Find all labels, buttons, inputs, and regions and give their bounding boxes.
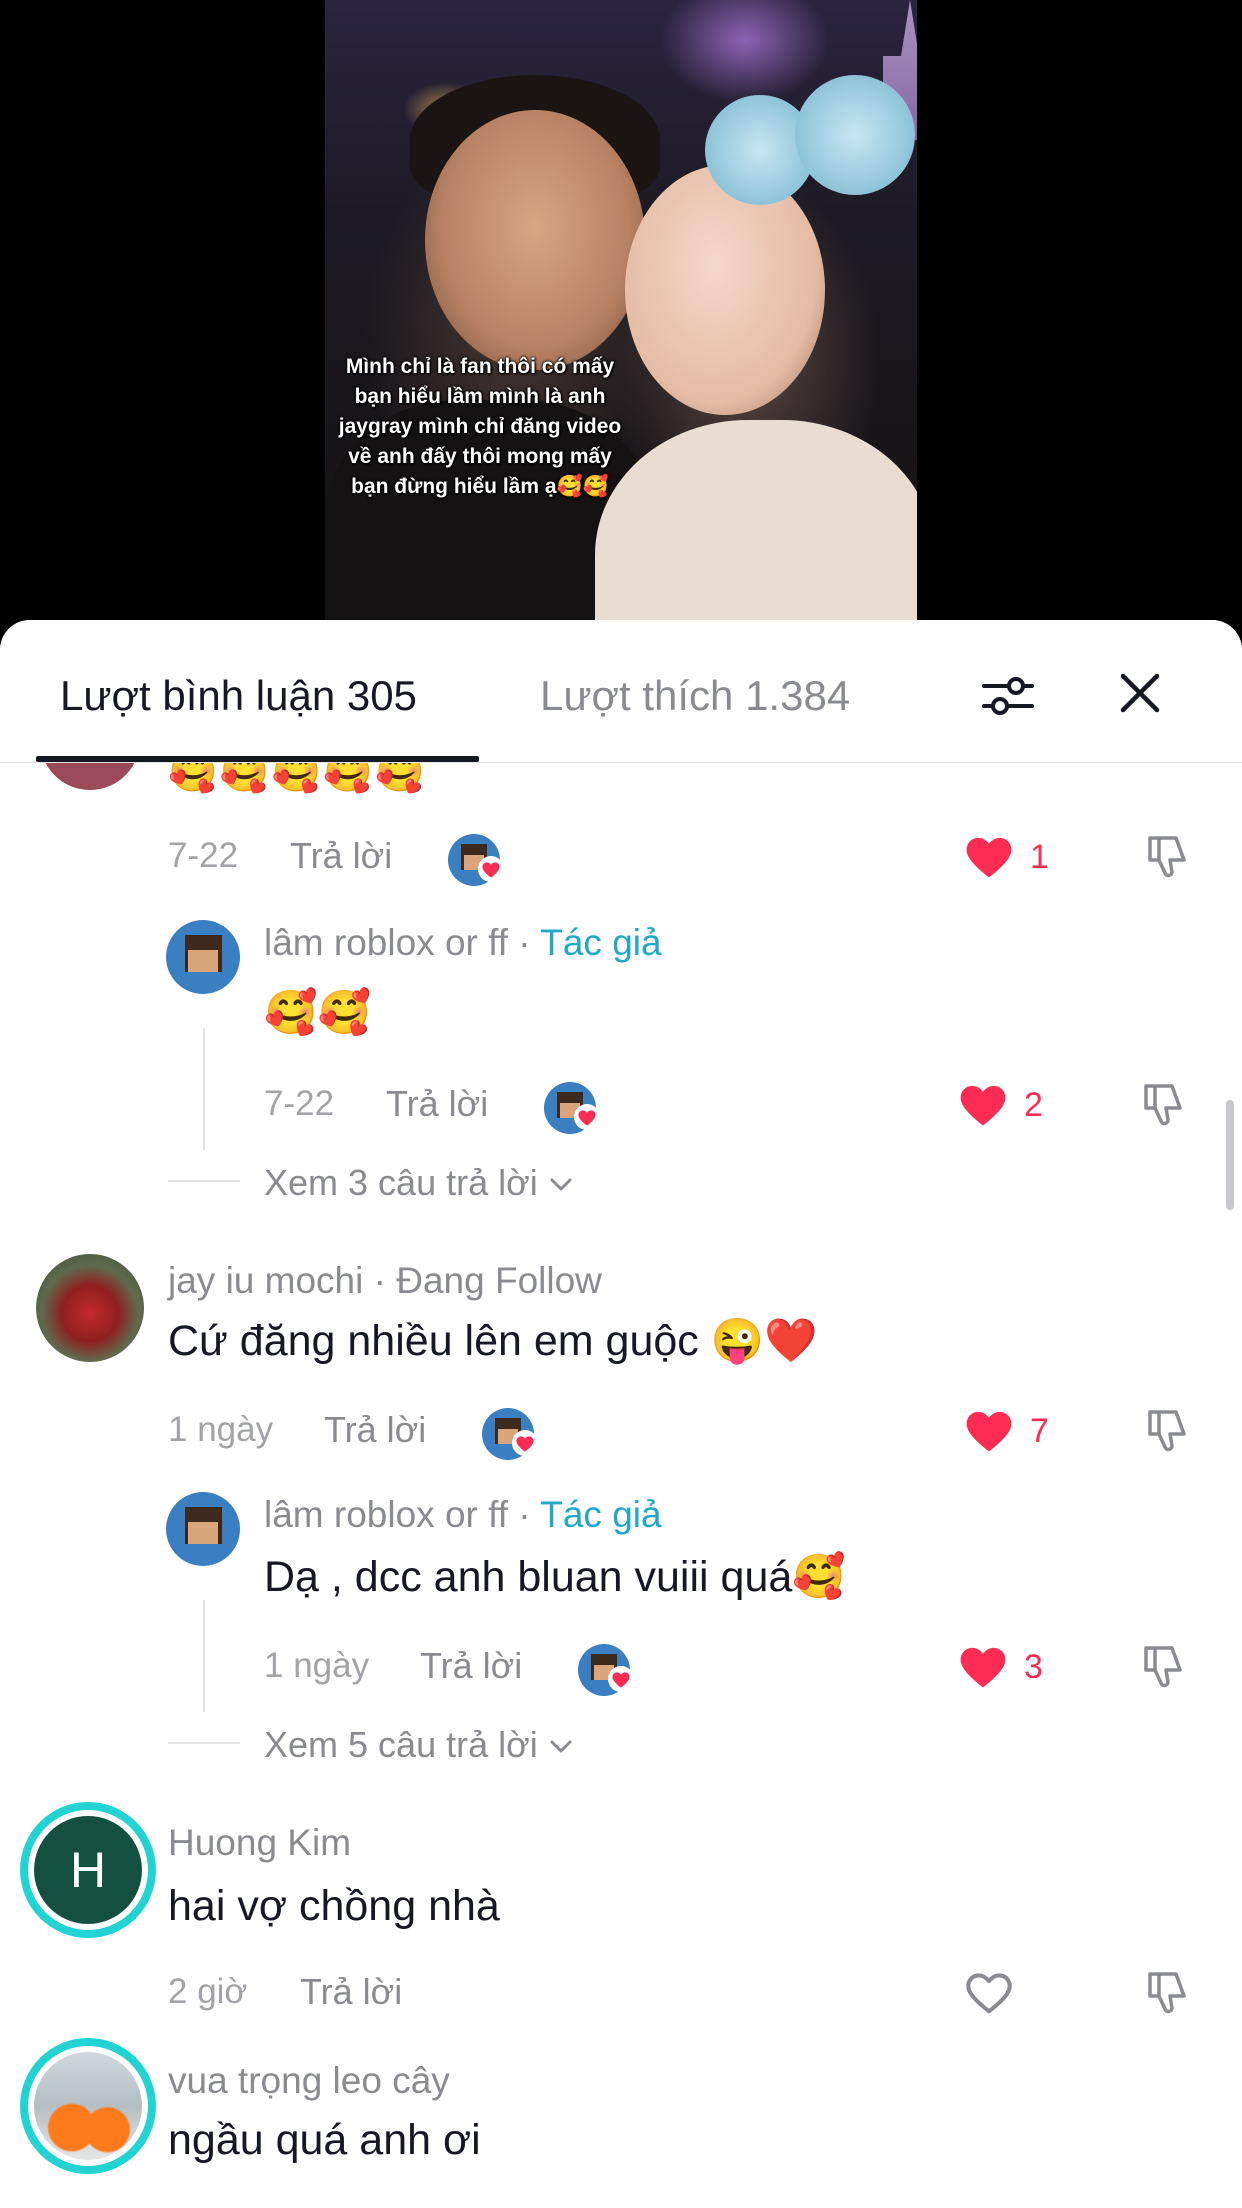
chevron-down-icon bbox=[550, 1178, 572, 1191]
tab-comments[interactable]: Lượt bình luận 305 bbox=[60, 672, 417, 720]
like-count: 3 bbox=[1024, 1648, 1043, 1686]
reply-date: 7-22 bbox=[264, 1084, 335, 1123]
caption-line: jaygray mình chỉ đăng video bbox=[338, 415, 622, 438]
author-badge: Tác giả bbox=[540, 922, 662, 963]
separator-dot: · bbox=[508, 1494, 541, 1535]
heart-icon[interactable] bbox=[956, 1640, 1010, 1690]
caption-line: bạn đừng hiểu lầm ạ🥰🥰 bbox=[351, 475, 609, 498]
comments-sheet: Lượt bình luận 305 Lượt thích 1.384 🥰🥰🥰🥰… bbox=[0, 620, 1242, 2208]
divider bbox=[168, 1180, 240, 1182]
avatar[interactable] bbox=[20, 2038, 156, 2174]
reply-author-name[interactable]: lâm roblox or ff bbox=[264, 1494, 508, 1535]
reply-button[interactable]: Trả lời bbox=[324, 1409, 426, 1451]
separator-dot: · bbox=[508, 922, 541, 963]
heart-icon bbox=[574, 1104, 600, 1130]
photo-coat bbox=[595, 420, 917, 620]
comment-date: 2 giờ bbox=[168, 1972, 248, 2011]
comment-author-line: jay iu mochi · Đang Follow bbox=[168, 1260, 602, 1302]
comment-text: Cứ đăng nhiều lên em guộc 😜❤️ bbox=[168, 1317, 818, 1365]
dislike-icon[interactable] bbox=[1140, 1964, 1196, 2020]
thread-line bbox=[203, 1600, 205, 1712]
separator-dot: · bbox=[363, 1260, 397, 1301]
comment-author-name[interactable]: Huong Kim bbox=[168, 1822, 351, 1864]
photo-face bbox=[425, 110, 645, 370]
following-badge: Đang Follow bbox=[396, 1260, 602, 1301]
like-count: 1 bbox=[1030, 838, 1049, 876]
reply-author-line: lâm roblox or ff · Tác giả bbox=[264, 1494, 662, 1536]
dislike-icon[interactable] bbox=[1140, 828, 1196, 884]
thread-line bbox=[203, 1028, 205, 1150]
photo-face bbox=[625, 165, 825, 415]
active-tab-indicator bbox=[36, 756, 479, 762]
avatar-letter: H bbox=[34, 1816, 142, 1924]
view-more-replies[interactable]: Xem 3 câu trả lời bbox=[264, 1162, 574, 1204]
filter-sliders-icon[interactable] bbox=[980, 668, 1036, 724]
avatar[interactable]: H bbox=[20, 1802, 156, 1938]
divider bbox=[168, 1742, 240, 1744]
chevron-down-icon bbox=[550, 1740, 572, 1753]
author-badge: Tác giả bbox=[540, 1494, 662, 1535]
avatar[interactable] bbox=[36, 1254, 144, 1362]
comment-author-name[interactable]: jay iu mochi bbox=[168, 1260, 363, 1301]
comment-text: hai vợ chồng nhà bbox=[168, 1882, 500, 1930]
heart-icon bbox=[478, 856, 504, 882]
view-more-label: Xem 5 câu trả lời bbox=[264, 1724, 538, 1765]
caption-line: Mình chỉ là fan thôi có mấy bbox=[345, 355, 615, 378]
reply-text: 🥰🥰 bbox=[264, 989, 372, 1037]
reply-author-line: lâm roblox or ff · Tác giả bbox=[264, 922, 662, 964]
comment-date: 1 ngày bbox=[168, 1410, 274, 1449]
reply-button[interactable]: Trả lời bbox=[290, 835, 392, 877]
heart-icon bbox=[608, 1666, 634, 1692]
scrollbar[interactable] bbox=[1226, 1100, 1234, 1210]
like-count: 2 bbox=[1024, 1086, 1043, 1124]
reply-date: 1 ngày bbox=[264, 1646, 370, 1685]
comment-date: 7-22 bbox=[168, 836, 239, 875]
reply-button[interactable]: Trả lời bbox=[386, 1083, 488, 1125]
comment-author-name[interactable]: vua trọng leo cây bbox=[168, 2060, 450, 2102]
video-player[interactable]: Mình chỉ là fan thôi có mấy bạn hiểu lầm… bbox=[0, 0, 1242, 640]
view-more-replies[interactable]: Xem 5 câu trả lời bbox=[264, 1724, 574, 1766]
heart-outline-icon[interactable] bbox=[962, 1966, 1016, 2016]
dislike-icon[interactable] bbox=[1136, 1638, 1192, 1694]
reply-author-name[interactable]: lâm roblox or ff bbox=[264, 922, 508, 963]
author-avatar[interactable] bbox=[166, 1492, 240, 1566]
reply-button[interactable]: Trả lời bbox=[420, 1645, 522, 1687]
tab-likes[interactable]: Lượt thích 1.384 bbox=[540, 672, 850, 720]
heart-icon[interactable] bbox=[962, 830, 1016, 880]
comments-tab-bar: Lượt bình luận 305 Lượt thích 1.384 bbox=[0, 620, 1242, 763]
heart-icon[interactable] bbox=[962, 1404, 1016, 1454]
heart-icon bbox=[512, 1430, 538, 1456]
close-icon[interactable] bbox=[1115, 668, 1165, 718]
heart-icon[interactable] bbox=[956, 1078, 1010, 1128]
like-count: 7 bbox=[1030, 1412, 1049, 1450]
author-avatar[interactable] bbox=[166, 920, 240, 994]
reply-button[interactable]: Trả lời bbox=[300, 1971, 402, 2013]
caption-line: bạn hiểu lầm mình là anh bbox=[354, 385, 606, 408]
reply-text: Dạ , dcc anh bluan vuiii quá🥰 bbox=[264, 1553, 846, 1601]
caption-line: về anh đấy thôi mong mấy bbox=[348, 445, 612, 468]
video-caption: Mình chỉ là fan thôi có mấy bạn hiểu lầm… bbox=[330, 352, 630, 502]
comment-text: ngầu quá anh ơi bbox=[168, 2116, 481, 2164]
dislike-icon[interactable] bbox=[1136, 1076, 1192, 1132]
dislike-icon[interactable] bbox=[1140, 1402, 1196, 1458]
view-more-label: Xem 3 câu trả lời bbox=[264, 1162, 538, 1203]
mouse-ear-headband bbox=[795, 75, 915, 195]
video-frame bbox=[325, 0, 917, 620]
